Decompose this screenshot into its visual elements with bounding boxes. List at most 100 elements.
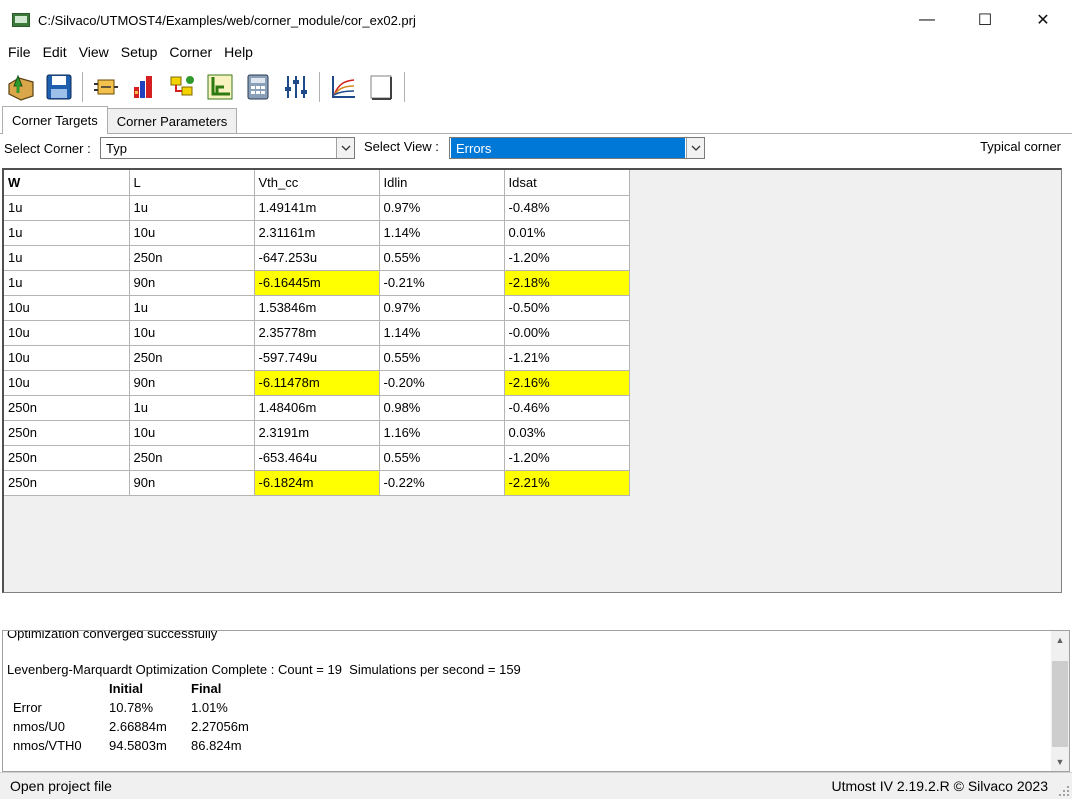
table-cell[interactable]: 0.97% (379, 195, 505, 221)
log-output[interactable]: Optimization converged successfully Leve… (2, 630, 1070, 772)
table-cell[interactable]: 1u (4, 270, 130, 296)
table-cell[interactable]: 10u (129, 420, 255, 446)
table-cell[interactable]: 1.14% (379, 220, 505, 246)
table-cell[interactable]: -6.16445m (254, 270, 380, 296)
table-row[interactable]: 10u 250n -597.749u 0.55% -1.21% (4, 345, 630, 371)
table-cell[interactable]: 250n (4, 420, 130, 446)
table-cell[interactable]: 1.53846m (254, 295, 380, 321)
table-cell[interactable]: -653.464u (254, 445, 380, 471)
chevron-down-icon[interactable] (336, 138, 354, 158)
scrollbar-thumb[interactable] (1052, 661, 1068, 747)
tree-flow-button[interactable] (165, 70, 199, 104)
table-cell[interactable]: 90n (129, 270, 255, 296)
scroll-down-icon[interactable]: ▼ (1051, 753, 1069, 771)
table-cell[interactable]: -0.21% (379, 270, 505, 296)
bar-chart-button[interactable] (127, 70, 161, 104)
table-cell[interactable]: 0.55% (379, 245, 505, 271)
menu-view[interactable]: View (73, 44, 115, 60)
curve-plot-button[interactable] (326, 70, 360, 104)
table-cell[interactable]: 1.14% (379, 320, 505, 346)
table-cell[interactable]: 10u (4, 320, 130, 346)
calculator-button[interactable] (241, 70, 275, 104)
table-cell[interactable]: 2.3191m (254, 420, 380, 446)
table-cell[interactable]: 1u (4, 195, 130, 221)
setup-module-button[interactable] (89, 70, 123, 104)
table-cell[interactable]: 1u (4, 245, 130, 271)
table-cell[interactable]: -2.16% (504, 370, 630, 396)
table-row[interactable]: 250n 90n -6.1824m -0.22% -2.21% (4, 470, 630, 496)
table-row[interactable]: 250n 250n -653.464u 0.55% -1.20% (4, 445, 630, 471)
table-cell[interactable]: -1.20% (504, 445, 630, 471)
table-cell[interactable]: 2.31161m (254, 220, 380, 246)
table-cell[interactable]: 250n (129, 345, 255, 371)
table-cell[interactable]: -6.11478m (254, 370, 380, 396)
table-cell[interactable]: 2.35778m (254, 320, 380, 346)
table-cell[interactable]: 0.98% (379, 395, 505, 421)
table-row[interactable]: 1u 1u 1.49141m 0.97% -0.48% (4, 195, 630, 221)
table-cell[interactable]: 1.49141m (254, 195, 380, 221)
column-header[interactable]: W (4, 170, 130, 196)
table-cell[interactable]: 10u (129, 220, 255, 246)
column-header[interactable]: L (129, 170, 255, 196)
blank-page-button[interactable] (364, 70, 398, 104)
table-cell[interactable]: 250n (4, 470, 130, 496)
table-cell[interactable]: 250n (129, 245, 255, 271)
save-button[interactable] (42, 70, 76, 104)
table-cell[interactable]: 10u (4, 345, 130, 371)
scroll-up-icon[interactable]: ▲ (1051, 631, 1069, 649)
table-cell[interactable]: -0.46% (504, 395, 630, 421)
menu-help[interactable]: Help (218, 44, 259, 60)
table-cell[interactable]: 90n (129, 470, 255, 496)
table-cell[interactable]: 10u (4, 295, 130, 321)
table-row[interactable]: 1u 250n -647.253u 0.55% -1.20% (4, 245, 630, 271)
resize-grip-icon[interactable] (1058, 785, 1070, 797)
table-cell[interactable]: 0.01% (504, 220, 630, 246)
menu-edit[interactable]: Edit (37, 44, 73, 60)
table-cell[interactable]: 10u (4, 370, 130, 396)
select-corner-dropdown[interactable]: Typ (100, 137, 355, 159)
tab-corner-parameters[interactable]: Corner Parameters (106, 108, 238, 134)
tab-corner-targets[interactable]: Corner Targets (2, 106, 108, 134)
minimize-button[interactable]: — (898, 0, 956, 40)
corner-targets-grid[interactable]: W L Vth_cc Idlin Idsat 1u 1u 1.49141m 0.97… (2, 168, 1062, 593)
table-row[interactable]: 10u 1u 1.53846m 0.97% -0.50% (4, 295, 630, 321)
table-cell[interactable]: 1u (129, 195, 255, 221)
menu-file[interactable]: File (2, 44, 37, 60)
menu-setup[interactable]: Setup (115, 44, 164, 60)
table-cell[interactable]: 0.03% (504, 420, 630, 446)
table-row[interactable]: 10u 10u 2.35778m 1.14% -0.00% (4, 320, 630, 346)
table-cell[interactable]: 250n (129, 445, 255, 471)
table-cell[interactable]: -0.50% (504, 295, 630, 321)
table-cell[interactable]: -0.20% (379, 370, 505, 396)
table-cell[interactable]: 0.55% (379, 445, 505, 471)
table-cell[interactable]: -647.253u (254, 245, 380, 271)
table-cell[interactable]: -2.18% (504, 270, 630, 296)
select-view-dropdown[interactable]: Errors (449, 137, 705, 159)
column-header[interactable]: Vth_cc (254, 170, 380, 196)
axis-chart-button[interactable] (203, 70, 237, 104)
close-button[interactable]: ✕ (1014, 0, 1072, 40)
table-cell[interactable]: 10u (129, 320, 255, 346)
table-cell[interactable]: 1u (129, 395, 255, 421)
table-row[interactable]: 250n 1u 1.48406m 0.98% -0.46% (4, 395, 630, 421)
table-cell[interactable]: 0.97% (379, 295, 505, 321)
table-cell[interactable]: 1.16% (379, 420, 505, 446)
sliders-button[interactable] (279, 70, 313, 104)
column-header[interactable]: Idlin (379, 170, 505, 196)
table-row[interactable]: 10u 90n -6.11478m -0.20% -2.16% (4, 370, 630, 396)
table-row[interactable]: 250n 10u 2.3191m 1.16% 0.03% (4, 420, 630, 446)
table-cell[interactable]: 0.55% (379, 345, 505, 371)
log-scrollbar[interactable]: ▲ ▼ (1051, 631, 1069, 771)
column-header[interactable]: Idsat (504, 170, 630, 196)
table-cell[interactable]: -2.21% (504, 470, 630, 496)
table-cell[interactable]: -0.48% (504, 195, 630, 221)
table-cell[interactable]: 1u (4, 220, 130, 246)
table-row[interactable]: 1u 10u 2.31161m 1.14% 0.01% (4, 220, 630, 246)
table-row[interactable]: 1u 90n -6.16445m -0.21% -2.18% (4, 270, 630, 296)
table-cell[interactable]: -1.20% (504, 245, 630, 271)
table-cell[interactable]: -1.21% (504, 345, 630, 371)
table-cell[interactable]: -6.1824m (254, 470, 380, 496)
maximize-button[interactable]: ☐ (956, 0, 1014, 40)
table-cell[interactable]: 250n (4, 395, 130, 421)
table-cell[interactable]: 1u (129, 295, 255, 321)
